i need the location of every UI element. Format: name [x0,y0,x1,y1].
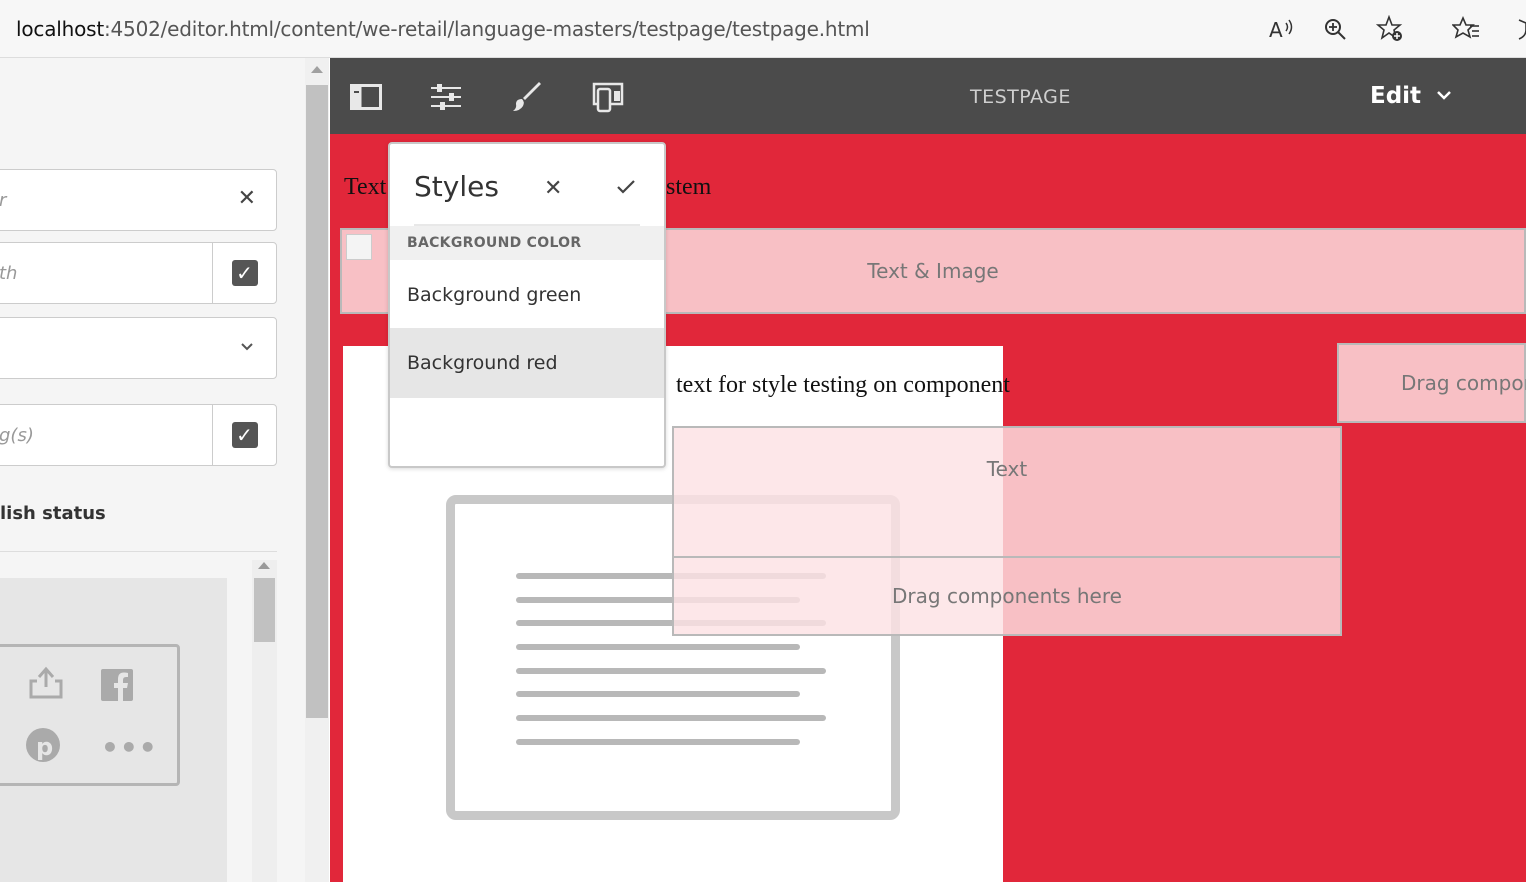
mode-selector[interactable]: Edit [1370,83,1421,109]
favorites-icon[interactable] [1452,14,1480,44]
editor-toolbar: TESTPAGE Edit [330,58,1526,134]
clear-icon[interactable]: ✕ [238,186,256,211]
popover-title: Styles [414,170,499,203]
svg-text:p: p [36,733,53,761]
read-aloud-icon[interactable]: A [1268,14,1296,44]
scroll-up-arrow-icon[interactable] [311,66,323,73]
checkmark-icon: ✓ [231,260,258,286]
panel-inner-scroll-thumb[interactable] [254,578,275,642]
text-placeholder[interactable]: Text [672,426,1342,558]
scroll-up-arrow-icon[interactable] [258,562,270,569]
style-option-background-red[interactable]: Background red [390,328,664,398]
style-group-label: BACKGROUND COLOR [407,235,582,251]
filter-field[interactable]: r ✕ [0,169,277,231]
browser-address-bar: localhost:4502/editor.html/content/we-re… [0,0,1526,58]
placeholder-line [516,691,800,697]
emulator-icon[interactable] [591,80,625,114]
divider [0,551,277,552]
pinterest-icon: p [25,727,61,772]
social-share-component[interactable]: p ••• [0,644,180,786]
share-icon [27,663,65,710]
drag-components-placeholder[interactable]: Drag components here [672,556,1342,636]
title-text-left[interactable]: Text [344,174,386,201]
type-dropdown[interactable] [0,317,277,379]
path-field[interactable]: th ✓ [0,242,277,304]
style-option-background-green[interactable]: Background green [390,260,664,330]
drag-components-right-label: Drag compon [1401,371,1526,395]
placeholder-line [516,715,826,721]
address-url[interactable]: localhost:4502/editor.html/content/we-re… [16,17,870,41]
facebook-icon [101,669,133,710]
drag-components-right-placeholder[interactable]: Drag compon [1337,343,1526,423]
tags-picker-button[interactable]: ✓ [212,405,276,465]
toggle-side-panel-icon[interactable] [349,80,383,114]
url-host: localhost [16,17,104,41]
confirm-icon[interactable] [616,176,636,201]
panel-scroll-thumb[interactable] [306,85,328,718]
drag-components-label: Drag components here [892,584,1122,608]
style-group-header: BACKGROUND COLOR [390,226,664,260]
zoom-icon[interactable] [1321,14,1349,44]
filter-placeholder: r [0,190,6,211]
text-image-label: Text & Image [867,259,999,283]
publish-status-label: lish status [0,503,106,524]
tags-field[interactable]: g(s) ✓ [0,404,277,466]
url-path: :4502/editor.html/content/we-retail/lang… [103,17,870,41]
component-text[interactable]: text for style testing on component [676,372,1010,399]
svg-text:A: A [1269,18,1283,40]
brush-icon[interactable] [510,80,544,114]
title-text-right[interactable]: stem [666,174,711,201]
checkmark-icon: ✓ [231,422,258,448]
tags-placeholder: g(s) [0,425,34,446]
placeholder-line [516,644,800,650]
chevron-down-icon [240,336,254,357]
close-icon[interactable]: ✕ [544,176,562,201]
page-title: TESTPAGE [970,86,1071,108]
more-icon: ••• [101,731,158,764]
text-placeholder-label: Text [986,457,1028,481]
chevron-down-icon[interactable] [1436,85,1452,106]
path-picker-button[interactable]: ✓ [212,243,276,303]
add-favorite-icon[interactable] [1376,14,1404,44]
placeholder-line [516,668,826,674]
styles-popover: Styles ✕ BACKGROUND COLOR Background gre… [388,142,666,468]
broken-image-icon [346,234,372,260]
shield-icon[interactable] [1512,14,1526,44]
path-placeholder: th [0,263,18,284]
page-properties-icon[interactable] [429,80,463,114]
placeholder-line [516,739,800,745]
